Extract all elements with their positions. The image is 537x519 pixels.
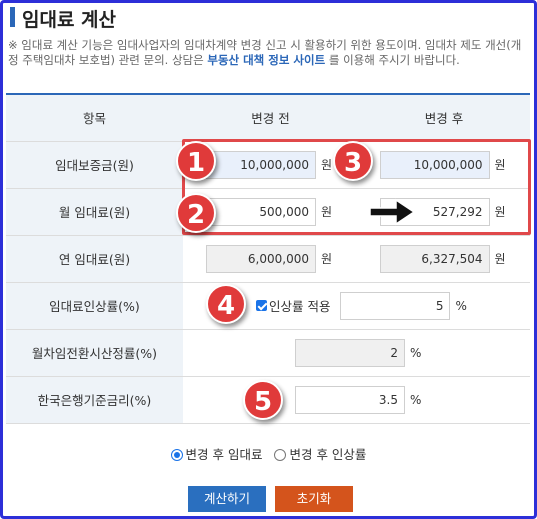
unit-label: 원: [494, 252, 506, 266]
calculate-button[interactable]: 계산하기: [188, 486, 266, 512]
page-title: 임대료 계산: [22, 9, 117, 31]
percent-unit: %: [410, 345, 422, 360]
bank-rate-input[interactable]: 3.5: [295, 385, 405, 414]
table-row: 임대료인상률(%) 인상률 적용 5 %: [6, 282, 530, 330]
header-before: 변경 전: [183, 93, 358, 142]
conversion-rate-value: 2: [295, 338, 405, 367]
rate-increase-input[interactable]: 5: [340, 291, 451, 320]
radio-selected-icon[interactable]: [170, 449, 183, 461]
monthly-rent-label: 월 임대료(원): [6, 188, 183, 236]
header-item: 항목: [6, 93, 183, 142]
percent-unit: %: [410, 392, 422, 407]
result-mode-radios: 변경 후 임대료 변경 후 인상률: [0, 444, 537, 463]
radio-after-rate-label: 변경 후 인상률: [289, 447, 367, 462]
radio-unselected-icon[interactable]: [274, 449, 287, 461]
step-badge-2: 2: [176, 193, 216, 233]
radio-after-rent[interactable]: 변경 후 임대료: [170, 447, 263, 462]
notice-suffix: 를 이용해 주시기 바랍니다.: [325, 53, 460, 67]
apply-rate-label[interactable]: 인상률 적용: [269, 296, 330, 315]
table-row: 월차임전환시산정률(%) 2 %: [6, 329, 530, 377]
bank-rate-label: 한국은행기준금리(%): [6, 376, 183, 424]
annual-rent-before-value: 6,000,000: [206, 244, 316, 273]
step-badge-5: 5: [243, 380, 283, 420]
right-arrow-icon: [369, 198, 416, 226]
table-row: 연 임대료(원) 6,000,000 원 6,327,504 원: [6, 235, 530, 283]
header-after: 변경 후: [358, 93, 530, 142]
rate-increase-label: 임대료인상률(%): [6, 282, 183, 330]
step-badge-1: 1: [176, 141, 216, 181]
conversion-rate-label: 월차임전환시산정률(%): [6, 329, 183, 377]
step-badge-4: 4: [206, 284, 246, 324]
title-accent-bar: [10, 7, 15, 27]
deposit-label: 임대보증금(원): [6, 141, 183, 189]
unit-label: 원: [321, 252, 333, 266]
percent-unit: %: [455, 298, 467, 313]
policy-site-link[interactable]: 부동산 대책 정보 사이트: [207, 53, 325, 67]
annual-rent-label: 연 임대료(원): [6, 235, 183, 283]
reset-button[interactable]: 초기화: [275, 486, 353, 512]
radio-after-rate[interactable]: 변경 후 인상률: [274, 447, 366, 462]
step-badge-3: 3: [333, 141, 373, 181]
apply-rate-checkbox[interactable]: [256, 300, 267, 311]
notice-text: ※ 임대료 계산 기능은 임대사업자의 임대차계약 변경 신고 시 활용하기 위…: [8, 38, 528, 68]
radio-after-rent-label: 변경 후 임대료: [185, 447, 263, 462]
annual-rent-after-value: 6,327,504: [379, 244, 490, 273]
